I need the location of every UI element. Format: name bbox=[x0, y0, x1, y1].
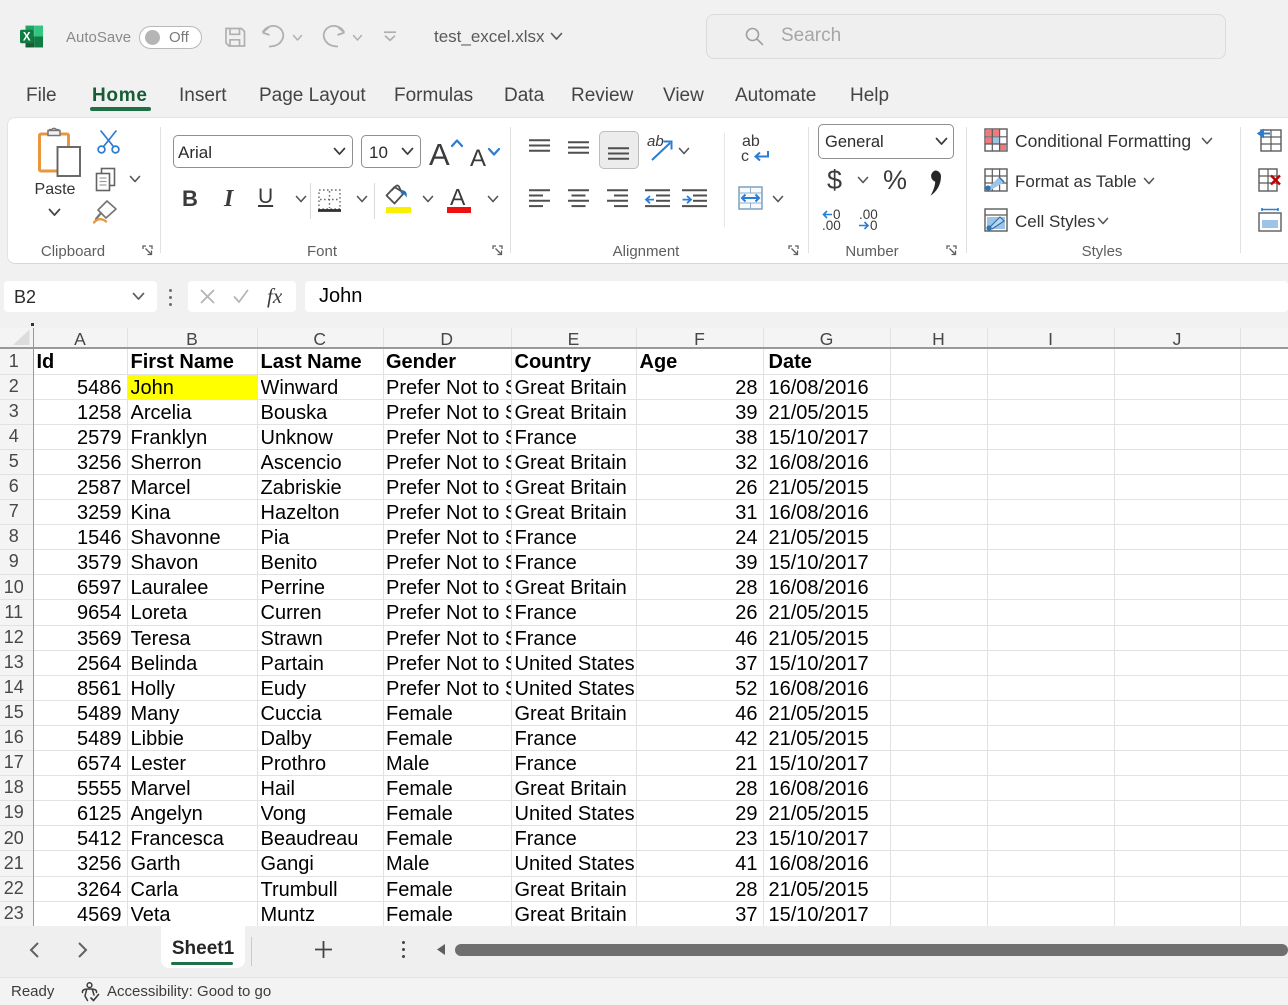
svg-text:.00: .00 bbox=[822, 218, 841, 233]
svg-text:0: 0 bbox=[870, 218, 878, 233]
svg-text:X: X bbox=[23, 32, 31, 44]
